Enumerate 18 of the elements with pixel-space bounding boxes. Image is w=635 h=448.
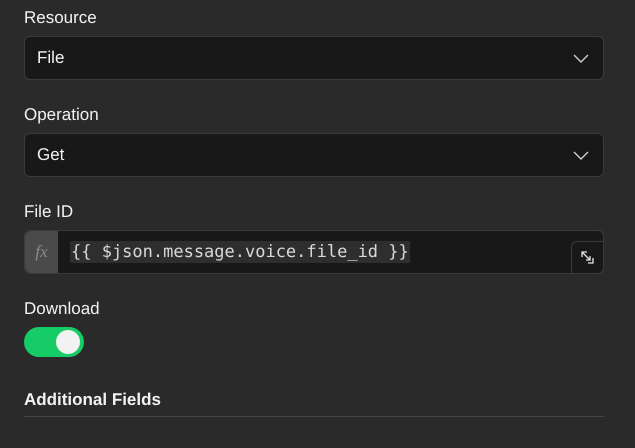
chevron-down-icon xyxy=(573,150,589,160)
expression-field[interactable]: fx {{ $json.message.voice.file_id }} xyxy=(24,230,604,274)
expression-prefix: fx xyxy=(25,231,58,273)
field-label: Operation xyxy=(24,105,100,125)
select-value: Get xyxy=(37,144,64,166)
field-label: Download xyxy=(24,299,101,319)
expression-value: {{ $json.message.voice.file_id }} xyxy=(70,241,410,263)
select-value: File xyxy=(37,47,64,70)
section-title: Additional Fields xyxy=(24,390,604,417)
expand-button[interactable] xyxy=(571,241,604,274)
toggle-knob xyxy=(56,330,80,354)
field-label: Resource xyxy=(24,8,98,28)
chevron-down-icon xyxy=(573,54,589,62)
select-field[interactable]: Get xyxy=(24,133,604,177)
select-field[interactable]: File xyxy=(24,36,604,80)
toggle-switch[interactable] xyxy=(24,327,84,357)
expand-icon xyxy=(581,251,594,264)
field-label: File ID xyxy=(24,202,74,222)
